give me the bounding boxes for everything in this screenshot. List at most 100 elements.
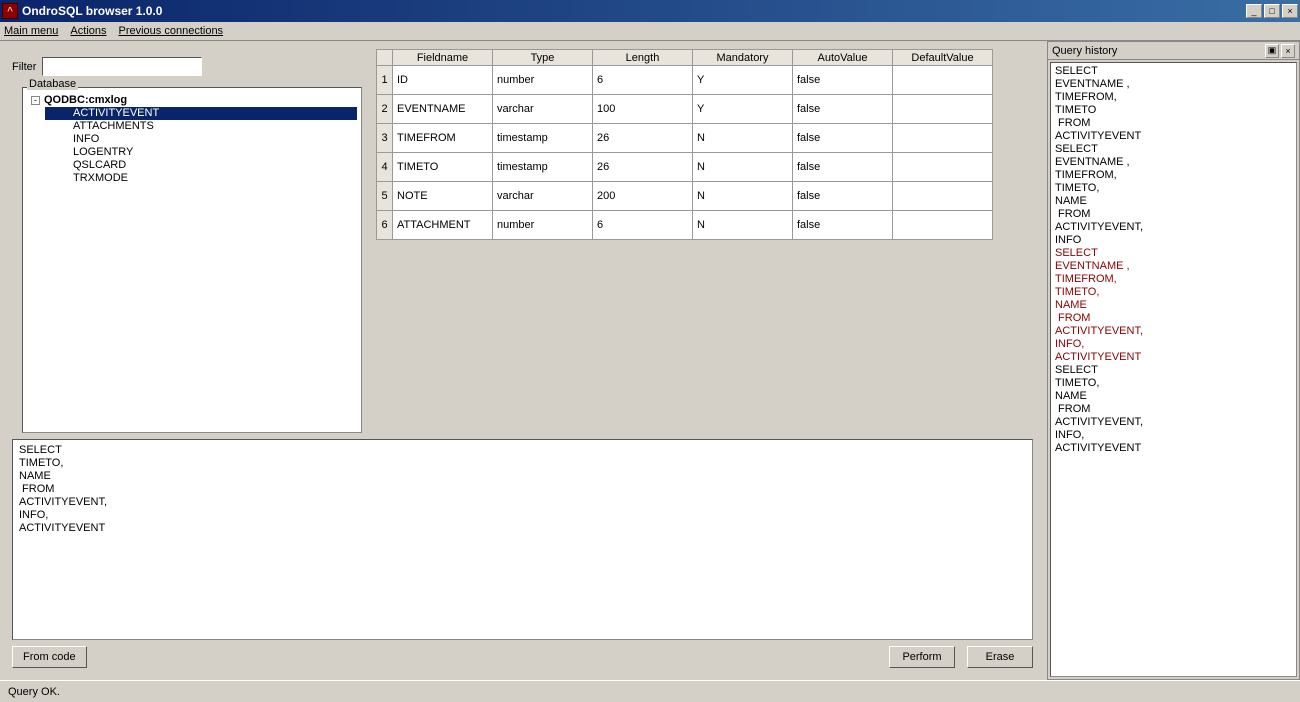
close-button[interactable]: ×	[1282, 4, 1298, 18]
grid-cell[interactable]: N	[693, 182, 793, 211]
erase-button[interactable]: Erase	[967, 646, 1033, 668]
grid-cell[interactable]: N	[693, 211, 793, 240]
grid-cell[interactable]: N	[693, 124, 793, 153]
database-tree[interactable]: - QODBC:cmxlog ACTIVITYEVENTATTACHMENTSI…	[23, 88, 361, 191]
grid-cell[interactable]: varchar	[493, 95, 593, 124]
grid-cell[interactable]: false	[793, 182, 893, 211]
tree-item[interactable]: TRXMODE	[45, 172, 357, 185]
grid-cell[interactable]: false	[793, 95, 893, 124]
tree-item[interactable]: ACTIVITYEVENT	[45, 107, 357, 120]
fields-grid[interactable]: FieldnameTypeLengthMandatoryAutoValueDef…	[376, 49, 993, 240]
history-entry[interactable]: SELECT EVENTNAME , TIMEFROM, TIMETO, NAM…	[1055, 143, 1292, 247]
status-text: Query OK.	[8, 686, 60, 698]
query-history-list[interactable]: SELECT EVENTNAME , TIMEFROM, TIMETO FROM…	[1050, 62, 1297, 677]
grid-header[interactable]: Length	[593, 50, 693, 66]
minimize-button[interactable]: _	[1246, 4, 1262, 18]
main-area: Filter Database - QODBC:cmxlog ACTIVITYE…	[0, 41, 1300, 680]
grid-cell[interactable]	[893, 182, 993, 211]
grid-cell[interactable]: number	[493, 211, 593, 240]
history-dock-button[interactable]: ▣	[1265, 44, 1279, 58]
filter-input[interactable]	[42, 57, 202, 76]
row-header[interactable]: 6	[377, 211, 393, 240]
bottom-buttons: From code Perform Erase	[12, 646, 1033, 668]
grid-cell[interactable]: Y	[693, 95, 793, 124]
grid-cell[interactable]: 200	[593, 182, 693, 211]
table-row[interactable]: 2EVENTNAMEvarchar100Yfalse	[377, 95, 993, 124]
table-row[interactable]: 6ATTACHMENTnumber6Nfalse	[377, 211, 993, 240]
window-title: OndroSQL browser 1.0.0	[22, 4, 1246, 18]
grid-cell[interactable]	[893, 95, 993, 124]
grid-cell[interactable]: 100	[593, 95, 693, 124]
from-code-button[interactable]: From code	[12, 646, 87, 668]
filter-row: Filter	[12, 57, 202, 76]
grid-cell[interactable]: false	[793, 124, 893, 153]
grid-corner	[377, 50, 393, 66]
grid-cell[interactable]: false	[793, 153, 893, 182]
history-entry[interactable]: SELECT TIMETO, NAME FROM ACTIVITYEVENT, …	[1055, 364, 1292, 455]
grid-cell[interactable]	[893, 124, 993, 153]
grid-cell[interactable]: 26	[593, 124, 693, 153]
app-icon: ^	[2, 3, 18, 19]
grid-cell[interactable]: timestamp	[493, 124, 593, 153]
table-row[interactable]: 1IDnumber6Yfalse	[377, 66, 993, 95]
grid-cell[interactable]: EVENTNAME	[393, 95, 493, 124]
grid-cell[interactable]: TIMETO	[393, 153, 493, 182]
history-close-button[interactable]: ×	[1281, 44, 1295, 58]
grid-cell[interactable]	[893, 153, 993, 182]
database-panel-label: Database	[27, 78, 78, 90]
grid-cell[interactable]: 26	[593, 153, 693, 182]
grid-cell[interactable]: number	[493, 66, 593, 95]
table-row[interactable]: 4TIMETOtimestamp26Nfalse	[377, 153, 993, 182]
grid-header[interactable]: Type	[493, 50, 593, 66]
filter-label: Filter	[12, 61, 36, 73]
grid-cell[interactable]	[893, 66, 993, 95]
statusbar: Query OK.	[0, 680, 1300, 702]
tree-toggle-icon[interactable]: -	[31, 96, 40, 105]
history-entry[interactable]: SELECT EVENTNAME , TIMEFROM, TIMETO, NAM…	[1055, 247, 1292, 364]
grid-header[interactable]: Fieldname	[393, 50, 493, 66]
grid-cell[interactable]: ATTACHMENT	[393, 211, 493, 240]
menu-main[interactable]: Main menu	[4, 25, 58, 37]
query-history-header: Query history ▣ ×	[1048, 42, 1299, 60]
table-row[interactable]: 5NOTEvarchar200Nfalse	[377, 182, 993, 211]
maximize-button[interactable]: □	[1264, 4, 1280, 18]
tree-root[interactable]: - QODBC:cmxlog	[27, 94, 357, 107]
row-header[interactable]: 2	[377, 95, 393, 124]
grid-cell[interactable]: false	[793, 211, 893, 240]
tree-item[interactable]: INFO	[45, 133, 357, 146]
perform-button[interactable]: Perform	[889, 646, 955, 668]
tree-item[interactable]: LOGENTRY	[45, 146, 357, 159]
titlebar: ^ OndroSQL browser 1.0.0 _ □ ×	[0, 0, 1300, 22]
grid-cell[interactable]: timestamp	[493, 153, 593, 182]
row-header[interactable]: 5	[377, 182, 393, 211]
table-row[interactable]: 3TIMEFROMtimestamp26Nfalse	[377, 124, 993, 153]
row-header[interactable]: 4	[377, 153, 393, 182]
grid-cell[interactable]: N	[693, 153, 793, 182]
tree-item[interactable]: ATTACHMENTS	[45, 120, 357, 133]
grid-cell[interactable]: 6	[593, 211, 693, 240]
grid-cell[interactable]: 6	[593, 66, 693, 95]
menubar: Main menu Actions Previous connections	[0, 22, 1300, 41]
grid-cell[interactable]: varchar	[493, 182, 593, 211]
grid-cell[interactable]: ID	[393, 66, 493, 95]
tree-item[interactable]: QSLCARD	[45, 159, 357, 172]
sql-editor[interactable]: SELECT TIMETO, NAME FROM ACTIVITYEVENT, …	[12, 439, 1033, 640]
row-header[interactable]: 1	[377, 66, 393, 95]
grid-panel: FieldnameTypeLengthMandatoryAutoValueDef…	[376, 49, 1033, 433]
grid-header[interactable]: AutoValue	[793, 50, 893, 66]
tree-root-label: QODBC:cmxlog	[44, 94, 127, 107]
grid-header[interactable]: Mandatory	[693, 50, 793, 66]
grid-cell[interactable]	[893, 211, 993, 240]
query-history-title: Query history	[1052, 45, 1263, 57]
grid-header[interactable]: DefaultValue	[893, 50, 993, 66]
grid-cell[interactable]: TIMEFROM	[393, 124, 493, 153]
menu-actions[interactable]: Actions	[70, 25, 106, 37]
database-panel: Database - QODBC:cmxlog ACTIVITYEVENTATT…	[22, 87, 362, 433]
query-history-panel: Query history ▣ × SELECT EVENTNAME , TIM…	[1047, 41, 1300, 680]
history-entry[interactable]: SELECT EVENTNAME , TIMEFROM, TIMETO FROM…	[1055, 65, 1292, 143]
grid-cell[interactable]: false	[793, 66, 893, 95]
row-header[interactable]: 3	[377, 124, 393, 153]
grid-cell[interactable]: Y	[693, 66, 793, 95]
grid-cell[interactable]: NOTE	[393, 182, 493, 211]
menu-prev-connections[interactable]: Previous connections	[119, 25, 224, 37]
